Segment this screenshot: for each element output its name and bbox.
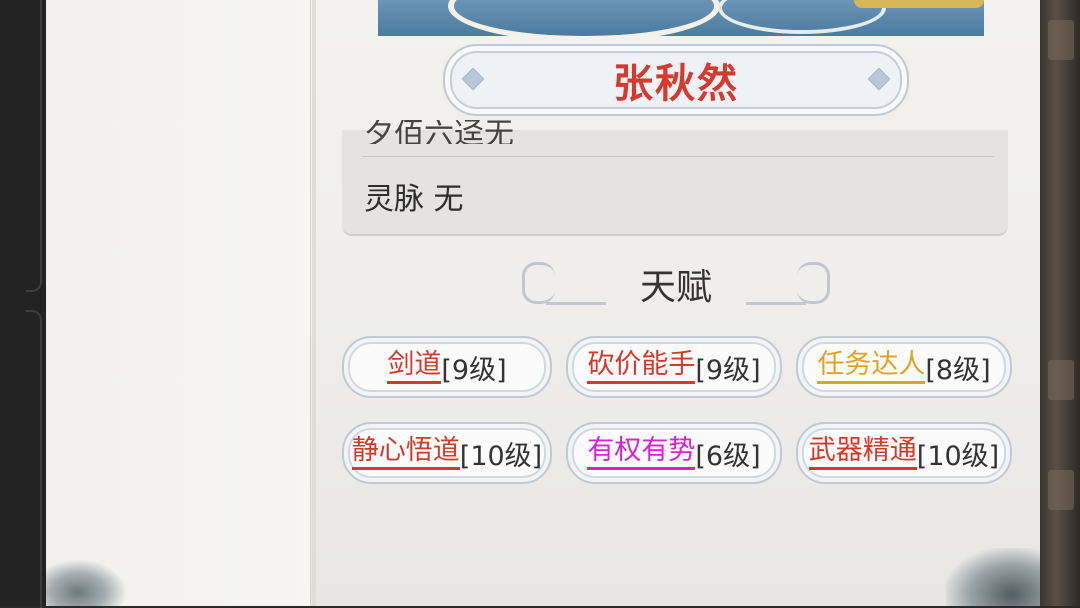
cloud-curl-right-icon	[797, 262, 830, 304]
character-panel: 张秋然 夕佰六迳无 灵脉 无 天赋 剑道 [9级] 砍价能手 [9级] 任务达人 [8…	[46, 0, 1040, 606]
page-fold	[312, 0, 316, 606]
row-divider	[362, 156, 994, 157]
background-decoration	[1048, 470, 1074, 510]
portrait-frame-gold	[854, 0, 984, 8]
header-line	[746, 302, 806, 305]
talent-level: [8级]	[925, 354, 991, 386]
talent-badge[interactable]: 砍价能手 [9级]	[566, 336, 782, 398]
character-name: 张秋然	[613, 61, 739, 107]
talent-level: [9级]	[695, 354, 761, 386]
talent-level: [6级]	[695, 440, 761, 472]
talent-badge[interactable]: 剑道 [9级]	[342, 336, 552, 398]
character-portrait	[378, 0, 984, 36]
talent-name: 剑道	[387, 350, 442, 384]
talent-name: 有权有势	[587, 436, 696, 470]
background-decoration	[1048, 360, 1074, 400]
talent-badge[interactable]: 武器精通 [10级]	[796, 422, 1012, 484]
diamond-ornament-icon	[461, 67, 485, 91]
attribute-list[interactable]: 夕佰六迳无 灵脉 无	[342, 120, 1008, 236]
talent-name: 砍价能手	[587, 350, 696, 384]
left-frame	[0, 0, 46, 608]
ink-stone-decoration	[946, 548, 1040, 606]
background-decoration	[1048, 20, 1074, 60]
ink-stone-decoration	[46, 560, 126, 606]
name-plate: 张秋然	[443, 44, 909, 116]
talent-badge[interactable]: 静心悟道 [10级]	[342, 422, 552, 484]
talent-level: [10级]	[916, 440, 1000, 472]
talent-level: [9级]	[441, 354, 507, 386]
talent-badge[interactable]: 有权有势 [6级]	[566, 422, 782, 484]
frame-border	[26, 0, 42, 292]
talent-level: [10级]	[459, 440, 543, 472]
talent-section-header: 天赋	[516, 256, 836, 310]
talent-name: 任务达人	[817, 350, 926, 384]
talent-name: 武器精通	[808, 436, 917, 470]
attribute-row-partial: 夕佰六迳无	[364, 120, 514, 144]
portrait-art	[448, 0, 720, 36]
background-scene	[1040, 0, 1080, 606]
frame-border	[26, 310, 42, 608]
attribute-row-spirit-vein: 灵脉 无	[364, 182, 464, 217]
diamond-ornament-icon	[867, 67, 891, 91]
scroll-left-page	[46, 0, 316, 606]
talent-badge[interactable]: 任务达人 [8级]	[796, 336, 1012, 398]
talent-name: 静心悟道	[351, 436, 460, 470]
